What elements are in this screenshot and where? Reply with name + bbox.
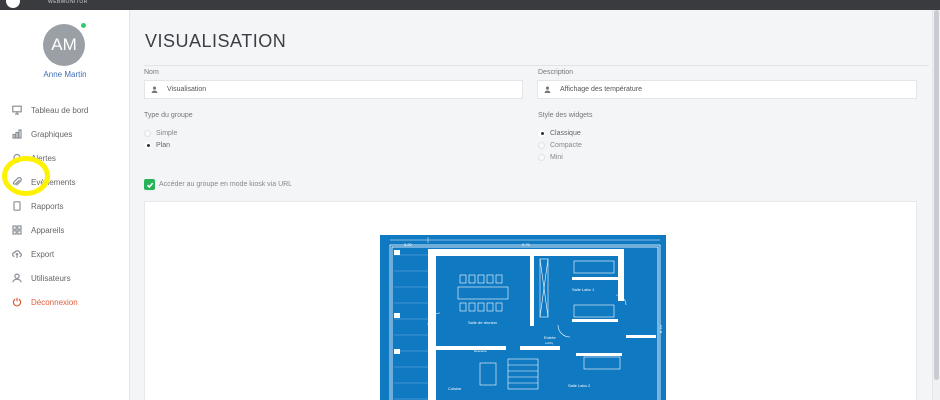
main-content: VISUALISATION Nom Visualisation Descript…: [130, 10, 932, 400]
sidebar-item-label: Rapports: [31, 201, 64, 211]
sidebar-item-charts[interactable]: Graphiques: [12, 122, 127, 146]
description-value: Affichage des température: [560, 86, 642, 93]
description-label: Description: [538, 69, 574, 76]
sidebar-item-alerts[interactable]: Alertes: [12, 146, 127, 170]
title-divider: [144, 65, 929, 66]
sidebar-item-users[interactable]: Utilisateurs: [12, 266, 127, 290]
widget-style-classique-radio[interactable]: Classique: [538, 128, 581, 138]
radio-circle: [144, 141, 151, 149]
dimension-label: 9.70: [522, 242, 531, 247]
room-sublabel: Lobby: [545, 341, 554, 345]
document-icon: [13, 201, 21, 211]
user-icon: [12, 273, 22, 283]
sidebar-item-dashboard[interactable]: Tableau de bord: [12, 98, 127, 122]
avatar[interactable]: AM: [43, 24, 85, 66]
avatar-initials: AM: [51, 35, 77, 54]
widget-style-compacte-radio[interactable]: Compacte: [538, 140, 582, 150]
dimension-label: 2.20: [404, 242, 413, 247]
sidebar-item-label: Tableau de bord: [31, 105, 89, 115]
paperclip-icon: [12, 177, 22, 186]
radio-label: Compacte: [550, 141, 582, 149]
kiosk-checkbox[interactable]: [144, 179, 155, 190]
sidebar-item-events[interactable]: Evènements: [12, 170, 127, 194]
floorplan-drawing: 2.20 9.70 8.70 Salle Labo 1 Salle de réu…: [389, 237, 663, 400]
cloud-upload-icon: [12, 250, 22, 258]
sidebar: AM Anne Martin Tableau de bord Graphique…: [0, 10, 130, 400]
radio-circle: [538, 153, 545, 161]
name-value: Visualisation: [167, 86, 207, 93]
radio-label: Simple: [156, 129, 178, 137]
user-icon: [538, 81, 556, 98]
kiosk-label: Accéder au groupe en mode kiosk via URL: [159, 181, 293, 188]
page-title: VISUALISATION: [145, 31, 287, 51]
bell-icon: [13, 153, 21, 163]
monitor-icon: [12, 105, 22, 115]
logo-icon: [6, 0, 20, 8]
room-label: Salle de réunion: [468, 320, 497, 325]
widget-style-label: Style des widgets: [538, 112, 593, 119]
vertical-scrollbar[interactable]: [932, 10, 940, 400]
room-label: Salle Labo 2: [568, 383, 591, 388]
widget-style-mini-radio[interactable]: Mini: [538, 152, 563, 162]
sidebar-item-reports[interactable]: Rapports: [12, 194, 127, 218]
floorplan-image[interactable]: 2.20 9.70 8.70 Salle Labo 1 Salle de réu…: [380, 235, 666, 400]
sidebar-item-logout[interactable]: Déconnexion: [12, 290, 127, 314]
user-name[interactable]: Anne Martin: [0, 70, 130, 79]
sidebar-item-label: Export: [31, 249, 55, 259]
sidebar-item-label: Utilisateurs: [31, 273, 71, 283]
radio-label: Plan: [156, 141, 171, 149]
group-type-simple-radio[interactable]: Simple: [144, 128, 177, 138]
radio-label: Classique: [550, 129, 581, 137]
sidebar-item-label: Graphiques: [31, 129, 73, 139]
room-label: Salle Labo 1: [572, 287, 595, 292]
online-status-indicator: [80, 22, 87, 29]
sidebar-item-export[interactable]: Export: [12, 242, 127, 266]
scrollbar-thumb[interactable]: [934, 10, 939, 380]
dimension-label: 8.70: [658, 324, 663, 333]
group-type-label: Type du groupe: [144, 112, 193, 119]
room-label: Cuisine: [448, 386, 462, 391]
sidebar-item-label: Evènements: [31, 177, 76, 187]
room-sublabel: Descente: [474, 349, 487, 353]
name-label: Nom: [144, 69, 159, 76]
sidebar-item-label: Alertes: [31, 153, 56, 163]
sidebar-item-label: Déconnexion: [31, 297, 78, 307]
room-label: Entrée: [544, 335, 557, 340]
checkmark-icon: [146, 182, 153, 188]
sidebar-nav: Tableau de bord Graphiques Alertes Evène…: [12, 98, 127, 314]
sidebar-item-label: Appareils: [31, 225, 65, 235]
brand-name: WEBMONITOR: [48, 0, 88, 5]
floorplan-panel: 2.20 9.70 8.70 Salle Labo 1 Salle de réu…: [144, 201, 917, 400]
group-type-plan-radio[interactable]: Plan: [144, 140, 170, 150]
description-field[interactable]: Affichage des température: [537, 80, 917, 99]
name-field[interactable]: Visualisation: [144, 80, 523, 99]
radio-circle: [538, 141, 545, 149]
power-icon: [12, 297, 22, 307]
radio-label: Mini: [550, 153, 563, 161]
sidebar-item-devices[interactable]: Appareils: [12, 218, 127, 242]
radio-circle: [144, 129, 151, 137]
bar-chart-icon: [12, 129, 22, 139]
radio-circle: [538, 129, 545, 137]
user-icon: [145, 81, 163, 98]
top-bar: WEBMONITOR: [0, 0, 940, 10]
grid-icon: [12, 225, 22, 235]
